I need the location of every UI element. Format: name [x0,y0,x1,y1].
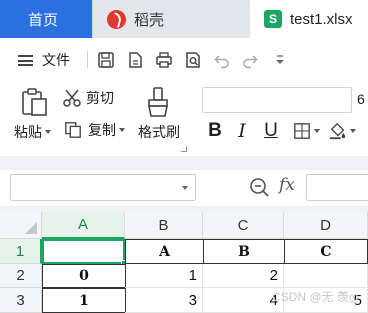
formula-bar: fx [0,170,368,206]
format-painter-icon[interactable] [145,86,171,118]
cut-button[interactable]: 剪切 [62,88,114,108]
select-all-button[interactable] [0,212,42,239]
font-name-input[interactable] [202,87,352,113]
column-header-d[interactable]: D [284,212,368,239]
formula-input[interactable] [306,174,368,201]
menu-separator [87,51,88,68]
menu-row: 文件 [0,38,368,80]
export-pdf-icon[interactable] [125,50,145,70]
file-menu-label: 文件 [42,52,70,68]
cell-b3[interactable]: 3 [125,288,203,313]
spreadsheet-file-icon: S [264,10,282,28]
name-box[interactable] [10,174,196,201]
print-icon[interactable] [154,50,174,70]
undo-icon[interactable] [212,50,232,70]
cell-a2[interactable]: 0 [42,264,126,288]
row-header-2[interactable]: 2 [0,264,42,288]
borders-button[interactable] [290,120,322,142]
chevron-down-icon [349,129,356,133]
chevron-down-icon [45,130,51,134]
chevron-down-icon [313,129,320,133]
cell-d1[interactable]: C [284,239,368,264]
paste-button[interactable]: 粘贴 [14,122,51,142]
bold-button[interactable]: B [206,120,224,142]
column-header-c[interactable]: C [203,212,284,239]
copy-button[interactable]: 复制 [64,120,125,140]
group-expand-icon[interactable] [181,146,187,152]
fill-color-button[interactable] [327,120,357,142]
row-header-3[interactable]: 3 [0,288,42,313]
daoke-logo-icon [107,9,126,29]
file-menu-button[interactable]: 文件 [18,50,70,70]
tab-daoke-label: 稻壳 [134,11,165,29]
italic-button[interactable]: I [234,120,250,142]
tab-home[interactable]: 首页 [0,0,92,38]
cell-c2[interactable]: 2 [203,264,284,288]
tab-daoke[interactable]: 稻壳 [92,0,250,38]
tab-strip: 首页 稻壳 S test1.xlsx [0,0,368,38]
chevron-down-icon[interactable] [182,186,188,190]
paint-bucket-icon [329,122,345,140]
print-preview-icon[interactable] [183,50,203,70]
copy-icon [65,122,81,138]
ribbon-toolbar: 粘贴 剪切 复制 格式刷 6 B I U [0,80,368,156]
borders-icon [293,123,310,139]
cell-a3[interactable]: 1 [42,288,126,313]
font-size-input[interactable]: 6 [357,91,365,107]
column-header-b[interactable]: B [125,212,203,239]
cell-a1[interactable] [42,239,125,264]
tab-document-label: test1.xlsx [290,10,353,28]
cell-c1[interactable]: B [203,239,285,264]
scissors-icon [63,89,81,107]
cell-b2[interactable]: 1 [125,264,203,288]
paste-icon[interactable] [18,86,50,118]
tab-home-label: 首页 [28,11,59,29]
copy-label: 复制 [88,122,116,138]
save-icon[interactable] [96,50,116,70]
cell-b1[interactable]: A [125,239,204,264]
cell-d2[interactable] [284,264,368,288]
format-painter-label: 格式刷 [138,124,180,140]
chevron-down-icon [119,128,125,132]
format-painter-button[interactable]: 格式刷 [138,122,180,142]
toolbar-divider [0,156,368,170]
redo-icon[interactable] [240,50,260,70]
hamburger-menu-icon [18,54,33,66]
paste-label: 粘贴 [14,124,42,140]
watermark-text: CSDN @无 羡ღ [272,290,359,304]
insert-function-button[interactable]: fx [279,175,295,195]
zoom-out-icon[interactable] [248,176,270,198]
underline-button[interactable]: U [261,120,281,142]
column-header-a[interactable]: A [42,212,125,239]
tab-document[interactable]: S test1.xlsx [250,0,368,38]
row-header-1[interactable]: 1 [0,239,42,264]
customize-dropdown-icon[interactable] [270,50,290,70]
cut-label: 剪切 [86,90,114,106]
